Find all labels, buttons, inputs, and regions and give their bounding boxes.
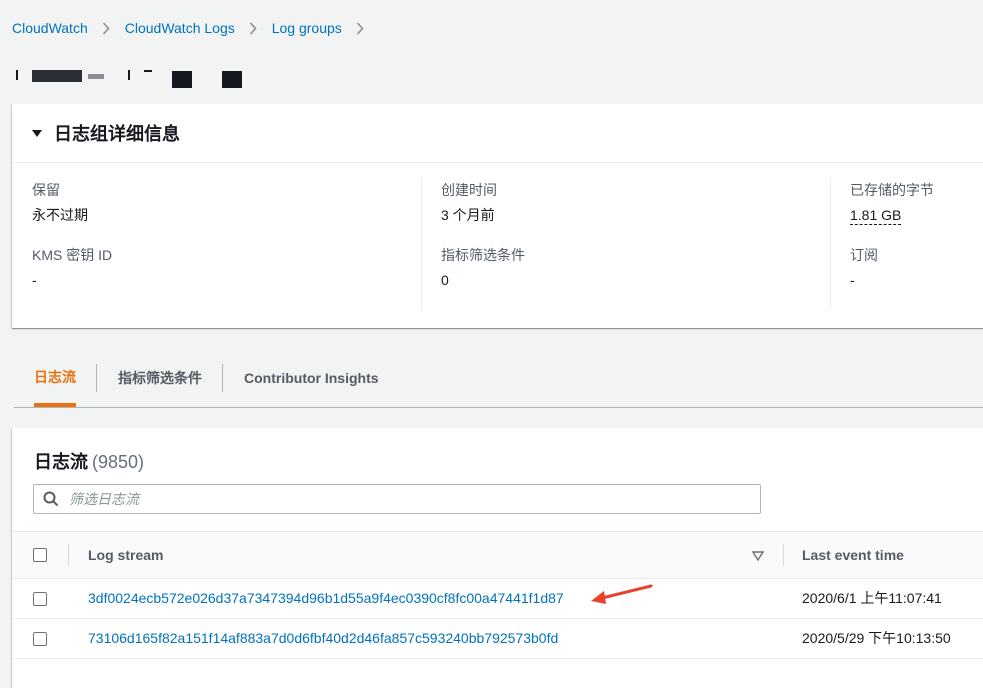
tab-log-streams[interactable]: 日志流 [34,350,76,407]
details-header: 日志组详细信息 [12,104,983,163]
log-stream-link[interactable]: 73106d165f82a151f14af883a7d0d6fbf40d2d46… [88,618,558,658]
retention-label: 保留 [32,182,60,198]
log-stream-filter-input[interactable] [67,490,711,508]
breadcrumb-log-groups[interactable]: Log groups [272,20,342,36]
filter-box [33,484,761,514]
chevron-right-icon [235,21,272,35]
sort-caret-icon[interactable] [752,551,764,561]
metric-filters-value: 0 [441,272,449,288]
metric-filters-label: 指标筛选条件 [441,247,525,263]
creation-time-label: 创建时间 [441,182,497,198]
chevron-right-icon [88,21,125,35]
chevron-right-icon [342,21,379,35]
subscriptions-label: 订阅 [850,247,878,263]
stored-bytes-label: 已存储的字节 [850,182,934,198]
log-streams-title: 日志流 (9850) [34,448,144,474]
breadcrumb-cloudwatch-logs[interactable]: CloudWatch Logs [125,20,235,36]
column-log-stream[interactable]: Log stream [88,532,163,578]
kms-key-value: - [32,272,37,288]
details-column-3: 已存储的字节 1.81 GB 订阅 - [850,180,934,290]
log-streams-heading: 日志流 [34,452,88,472]
page-title-redacted [12,62,242,96]
breadcrumb: CloudWatch CloudWatch Logs Log groups [12,18,379,38]
last-event-time: 2020/5/29 下午10:13:50 [802,630,951,646]
details-column-1: 保留 永不过期 KMS 密钥 ID - [32,180,112,290]
stored-bytes-value-wrap: 1.81 GB [850,205,934,225]
table-row: 3df0024ecb572e026d37a7347394d96b1d55a9f4… [12,578,983,619]
log-group-details-panel: 日志组详细信息 保留 永不过期 KMS 密钥 ID - 创建时间 3 个月前 指… [12,104,983,328]
row-checkbox[interactable] [33,632,47,646]
column-last-event-time[interactable]: Last event time [802,532,904,578]
kms-key-label: KMS 密钥 ID [32,247,113,263]
log-stream-link[interactable]: 3df0024ecb572e026d37a7347394d96b1d55a9f4… [88,578,564,618]
last-event-time: 2020/6/1 上午11:07:41 [802,590,942,606]
creation-time-value: 3 个月前 [441,207,495,223]
breadcrumb-cloudwatch[interactable]: CloudWatch [12,20,88,36]
subscriptions-value: - [850,272,855,288]
select-all-checkbox[interactable] [33,548,47,562]
table-header: Log stream Last event time [12,531,983,579]
retention-value: 永不过期 [32,207,88,223]
tabs: 日志流 指标筛选条件 Contributor Insights [14,350,983,408]
caret-down-icon[interactable] [32,128,42,138]
tab-contributor-insights[interactable]: Contributor Insights [244,350,379,406]
stored-bytes-value[interactable]: 1.81 GB [850,207,902,225]
annotation-arrow-icon [591,584,653,604]
search-icon [43,491,59,507]
table-row: 73106d165f82a151f14af883a7d0d6fbf40d2d46… [12,618,983,659]
details-column-2: 创建时间 3 个月前 指标筛选条件 0 [441,180,525,290]
tab-metric-filters[interactable]: 指标筛选条件 [118,350,202,406]
log-streams-count: (9850) [92,452,145,472]
row-checkbox[interactable] [33,592,47,606]
log-streams-panel: 日志流(9850) Log stream Last event time 3df… [12,428,983,688]
details-title: 日志组详细信息 [54,124,180,144]
